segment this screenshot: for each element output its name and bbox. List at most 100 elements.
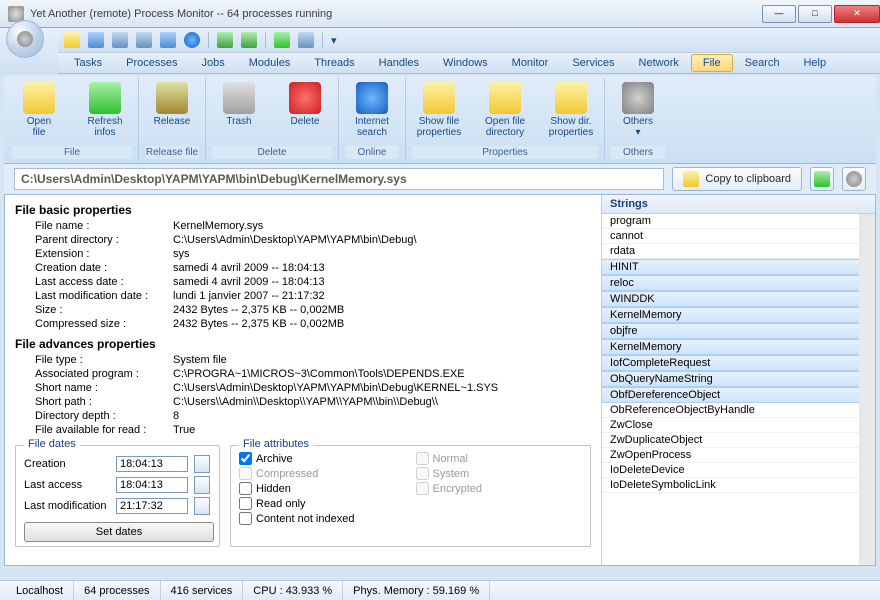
attr-hidden[interactable]: Hidden: [239, 482, 406, 495]
toolbar-icon-2[interactable]: [88, 32, 104, 48]
string-item[interactable]: KernelMemory: [602, 339, 859, 355]
property-key: Last access date :: [35, 275, 173, 289]
date-picker-button[interactable]: [194, 455, 210, 473]
main-orb-button[interactable]: [6, 20, 44, 58]
toolbar-icon-7[interactable]: [217, 32, 233, 48]
attr-read-only[interactable]: Read only: [239, 497, 406, 510]
attr-encrypted: Encrypted: [416, 482, 583, 495]
toolbar-icon-9[interactable]: [274, 32, 290, 48]
string-item[interactable]: cannot: [602, 229, 859, 244]
string-item[interactable]: KernelMemory: [602, 307, 859, 323]
string-item[interactable]: IofCompleteRequest: [602, 355, 859, 371]
date-picker-button[interactable]: [194, 497, 210, 515]
property-row: Last modification date :lundi 1 janvier …: [15, 289, 591, 303]
attr-checkbox: [416, 482, 429, 495]
attr-label: Content not indexed: [256, 513, 354, 525]
open-file-button[interactable]: Openfile: [12, 80, 66, 144]
file-dates-group: File dates CreationLast accessLast modif…: [15, 445, 220, 547]
delete-button[interactable]: Delete: [278, 80, 332, 144]
ribbon-label: Show file: [419, 116, 460, 127]
menu-windows[interactable]: Windows: [431, 54, 500, 72]
attr-archive[interactable]: Archive: [239, 452, 406, 465]
string-item[interactable]: program: [602, 214, 859, 229]
string-item[interactable]: reloc: [602, 275, 859, 291]
attr-checkbox[interactable]: [239, 512, 252, 525]
property-row: Extension :sys: [15, 247, 591, 261]
gear-small-button[interactable]: [842, 167, 866, 191]
date-row: Last modification: [24, 497, 211, 515]
set-dates-button[interactable]: Set dates: [24, 522, 214, 542]
string-item[interactable]: IoDeleteSymbolicLink: [602, 478, 859, 493]
strings-pane: Strings programcannotrdataHINITrelocWIND…: [601, 195, 875, 565]
menu-file[interactable]: File: [691, 54, 733, 72]
toolbar-icon-4[interactable]: [136, 32, 152, 48]
minimize-button[interactable]: —: [762, 5, 796, 23]
menu-monitor[interactable]: Monitor: [500, 54, 561, 72]
string-item[interactable]: ZwOpenProcess: [602, 448, 859, 463]
strings-scrollbar[interactable]: [859, 214, 875, 565]
menu-threads[interactable]: Threads: [302, 54, 366, 72]
menu-help[interactable]: Help: [791, 54, 838, 72]
show-dir-props-button[interactable]: Show dir.properties: [544, 80, 598, 144]
property-key: File name :: [35, 219, 173, 233]
toolbar-icon-6[interactable]: [184, 32, 200, 48]
strings-list[interactable]: programcannotrdataHINITrelocWINDDKKernel…: [602, 214, 859, 565]
menu-handles[interactable]: Handles: [367, 54, 431, 72]
string-item[interactable]: ZwClose: [602, 418, 859, 433]
path-field[interactable]: C:\Users\Admin\Desktop\YAPM\YAPM\bin\Deb…: [14, 168, 664, 190]
refresh-infos-icon: [89, 82, 121, 114]
menu-tasks[interactable]: Tasks: [62, 54, 114, 72]
gear-icon: [846, 171, 862, 187]
string-item[interactable]: HINIT: [602, 259, 859, 275]
strings-header: Strings: [602, 195, 875, 214]
string-item[interactable]: ObQueryNameString: [602, 371, 859, 387]
property-key: Short path :: [35, 395, 173, 409]
menu-processes[interactable]: Processes: [114, 54, 189, 72]
show-file-props-button[interactable]: Show fileproperties: [412, 80, 466, 144]
string-item[interactable]: ObReferenceObjectByHandle: [602, 403, 859, 418]
close-button[interactable]: ✕: [834, 5, 880, 23]
menu-modules[interactable]: Modules: [237, 54, 303, 72]
ribbon-group-others: Others▾Others: [605, 78, 671, 161]
status-cpu: CPU : 43.933 %: [243, 581, 343, 600]
string-item[interactable]: IoDeleteDevice: [602, 463, 859, 478]
string-item[interactable]: ZwDuplicateObject: [602, 433, 859, 448]
toolbar-icon-1[interactable]: [64, 32, 80, 48]
copy-clipboard-button[interactable]: Copy to clipboard: [672, 167, 802, 191]
toolbar-icon-5[interactable]: [160, 32, 176, 48]
date-time-input[interactable]: [116, 498, 188, 514]
attr-system: System: [416, 467, 583, 480]
clipboard-icon: [683, 171, 699, 187]
menu-services[interactable]: Services: [560, 54, 626, 72]
property-row: Short name :C:\Users\Admin\Desktop\YAPM\…: [15, 381, 591, 395]
internet-search-button[interactable]: Internetsearch: [345, 80, 399, 144]
others-button[interactable]: Others▾: [611, 80, 665, 144]
attr-label: System: [433, 468, 470, 480]
trash-button[interactable]: Trash: [212, 80, 266, 144]
attr-checkbox[interactable]: [239, 452, 252, 465]
string-item[interactable]: ObfDereferenceObject: [602, 387, 859, 403]
string-item[interactable]: rdata: [602, 244, 859, 259]
toolbar-icon-10[interactable]: [298, 32, 314, 48]
attr-checkbox[interactable]: [239, 497, 252, 510]
menu-network[interactable]: Network: [627, 54, 691, 72]
attr-content-not-indexed[interactable]: Content not indexed: [239, 512, 406, 525]
maximize-button[interactable]: □: [798, 5, 832, 23]
string-item[interactable]: WINDDK: [602, 291, 859, 307]
string-item[interactable]: objfre: [602, 323, 859, 339]
toolbar-dropdown[interactable]: ▾: [331, 34, 337, 47]
date-time-input[interactable]: [116, 456, 188, 472]
menu-jobs[interactable]: Jobs: [189, 54, 236, 72]
date-time-input[interactable]: [116, 477, 188, 493]
refresh-small-button[interactable]: [810, 167, 834, 191]
attr-label: Encrypted: [433, 483, 483, 495]
open-file-dir-icon: [489, 82, 521, 114]
release-button[interactable]: Release: [145, 80, 199, 144]
toolbar-icon-8[interactable]: [241, 32, 257, 48]
open-file-dir-button[interactable]: Open filedirectory: [478, 80, 532, 144]
menu-search[interactable]: Search: [733, 54, 792, 72]
attr-checkbox[interactable]: [239, 482, 252, 495]
refresh-infos-button[interactable]: Refreshinfos: [78, 80, 132, 144]
toolbar-icon-3[interactable]: [112, 32, 128, 48]
date-picker-button[interactable]: [194, 476, 210, 494]
